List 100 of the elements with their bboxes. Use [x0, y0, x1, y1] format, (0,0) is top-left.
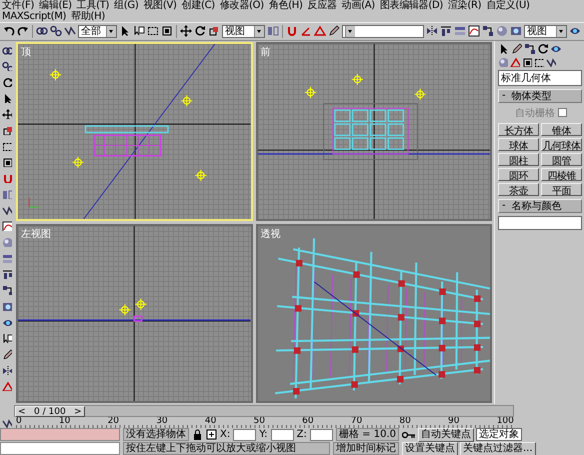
y-coordinate-field[interactable] — [270, 428, 294, 441]
mirror-icon[interactable] — [2, 364, 12, 375]
menu-item[interactable]: 创建(C) — [182, 0, 215, 11]
viewport-label[interactable]: 透视 — [260, 226, 280, 241]
light-gizmo-icon[interactable] — [72, 156, 84, 168]
menu-item[interactable]: 工具(T) — [76, 0, 110, 11]
select-list-icon[interactable] — [133, 25, 146, 38]
shelf-perspective-wireframe-drawing[interactable] — [274, 237, 490, 400]
auto-key-button[interactable]: 自动关键点 — [418, 428, 474, 442]
object-type-button[interactable]: 茶壶 — [498, 182, 539, 196]
pencil-icon[interactable] — [328, 25, 340, 38]
menu-item[interactable]: 角色(H) — [268, 0, 303, 11]
pivot-icon[interactable] — [267, 25, 280, 38]
rollout-header[interactable]: - 名称与颜色 — [498, 198, 582, 213]
move-icon[interactable] — [180, 25, 192, 38]
curve-graph-icon[interactable] — [2, 220, 12, 231]
shelf-front-wireframe-drawing[interactable] — [332, 108, 408, 154]
prev-frame-arrow[interactable]: < — [18, 406, 26, 417]
lock-icon[interactable] — [192, 429, 203, 440]
menu-item[interactable]: 图表编辑器(D) — [380, 0, 443, 11]
scale-icon[interactable] — [2, 124, 12, 135]
set-key-button[interactable]: 设置关键点 — [402, 442, 458, 455]
scale-icon[interactable] — [208, 25, 220, 38]
window-select-icon[interactable] — [2, 156, 12, 167]
shelf-side-wireframe-drawing[interactable] — [134, 316, 142, 322]
undo-icon[interactable] — [3, 25, 15, 38]
cursor-icon[interactable] — [119, 25, 132, 38]
unlink-icon[interactable] — [2, 60, 12, 71]
menu-item[interactable]: 帮助(H) — [71, 11, 105, 22]
layers-icon[interactable] — [454, 25, 466, 38]
window-select-icon[interactable] — [161, 25, 174, 38]
light-gizmo-icon[interactable] — [350, 73, 363, 86]
redo-icon[interactable] — [17, 25, 29, 38]
select-list-icon[interactable] — [2, 332, 12, 343]
rectangle-select-icon[interactable] — [2, 140, 12, 151]
menu-item[interactable]: 编辑(E) — [39, 0, 72, 11]
triangle-icon[interactable] — [2, 380, 12, 391]
add-time-tag-button[interactable]: 增加时间标记 — [333, 442, 399, 455]
object-type-button[interactable]: 圆管 — [541, 152, 582, 166]
rollout-toggle[interactable]: - — [502, 200, 506, 212]
script-listener-field[interactable] — [0, 428, 120, 442]
object-type-button[interactable]: 平面 — [541, 182, 582, 196]
light-gizmo-icon[interactable] — [118, 304, 131, 316]
pencil-icon[interactable] — [2, 348, 12, 359]
curve-graph-icon[interactable] — [468, 25, 480, 38]
light-gizmo-icon[interactable] — [414, 88, 426, 100]
zigzag-icon[interactable] — [64, 25, 76, 38]
key-filters-button[interactable]: 关键点过滤器... — [460, 442, 536, 455]
link-icon[interactable] — [2, 44, 12, 55]
render-type-dropdown[interactable]: 视图 — [524, 24, 567, 38]
reference-coordinate-dropdown[interactable]: 视图 — [222, 24, 266, 38]
next-frame-arrow[interactable]: > — [74, 406, 82, 417]
align-icon[interactable] — [440, 25, 452, 38]
time-slider-track[interactable]: < 0 / 100 > — [14, 405, 514, 418]
move-icon[interactable] — [2, 108, 12, 119]
object-type-button[interactable]: 锥体 — [541, 122, 582, 136]
mirror-icon[interactable] — [426, 25, 438, 38]
rollout-header[interactable]: - 物体类型 — [498, 88, 582, 103]
object-type-button[interactable]: 长方体 — [498, 122, 539, 136]
schematic-icon[interactable] — [482, 25, 494, 38]
light-gizmo-icon[interactable] — [304, 86, 316, 98]
align-icon[interactable] — [2, 268, 12, 279]
layers-icon[interactable] — [2, 252, 12, 263]
zigzag-icon[interactable] — [2, 204, 12, 215]
shelf-top-wireframe-drawing[interactable] — [84, 125, 169, 156]
object-type-button[interactable]: 四棱锥 — [541, 168, 582, 181]
time-slider[interactable]: < 0 / 100 > — [15, 406, 85, 418]
object-type-button[interactable]: 几何球体 — [541, 138, 582, 151]
cursor-icon[interactable] — [2, 92, 12, 103]
absolute-mode-icon[interactable] — [206, 429, 217, 440]
light-gizmo-icon[interactable] — [194, 169, 207, 182]
z-coordinate-field[interactable] — [310, 428, 333, 441]
rotate-icon[interactable] — [194, 25, 206, 38]
menu-item[interactable]: 组(G) — [114, 0, 138, 11]
hierarchy-tab-icon[interactable] — [524, 42, 535, 54]
pointer-tab-icon[interactable] — [498, 42, 509, 54]
light-gizmo-icon[interactable] — [49, 68, 62, 81]
rotate-icon[interactable] — [2, 76, 12, 87]
menu-item[interactable]: 视图(V) — [143, 0, 177, 11]
viewport[interactable]: 透视 — [256, 224, 492, 404]
object-type-button[interactable]: 球体 — [498, 138, 539, 151]
schematic-icon[interactable] — [2, 284, 12, 295]
object-type-button[interactable]: 圆环 — [498, 168, 539, 181]
named-selection-dropdown[interactable] — [342, 24, 424, 38]
link-icon[interactable] — [36, 25, 48, 38]
key-icon[interactable] — [402, 430, 416, 440]
autogrid-checkbox[interactable] — [558, 108, 567, 118]
magnet-icon[interactable] — [2, 172, 12, 183]
x-coordinate-field[interactable] — [233, 428, 256, 441]
menu-item[interactable]: 修改器(O) — [220, 0, 264, 11]
light-gizmo-icon[interactable] — [134, 298, 147, 310]
menu-item[interactable]: 动画(A) — [342, 0, 375, 11]
menu-item[interactable]: MAXScript(M) — [2, 11, 66, 22]
object-type-button[interactable]: 圆柱 — [498, 152, 539, 166]
light-gizmo-icon[interactable] — [180, 94, 193, 107]
unlink-icon[interactable] — [50, 25, 62, 38]
rectangle-select-icon[interactable] — [147, 25, 160, 38]
category-dropdown[interactable]: 标准几何体 — [498, 70, 582, 86]
angle-icon[interactable] — [300, 25, 312, 38]
key-mode-dropdown[interactable]: 选定对象 — [476, 428, 522, 442]
